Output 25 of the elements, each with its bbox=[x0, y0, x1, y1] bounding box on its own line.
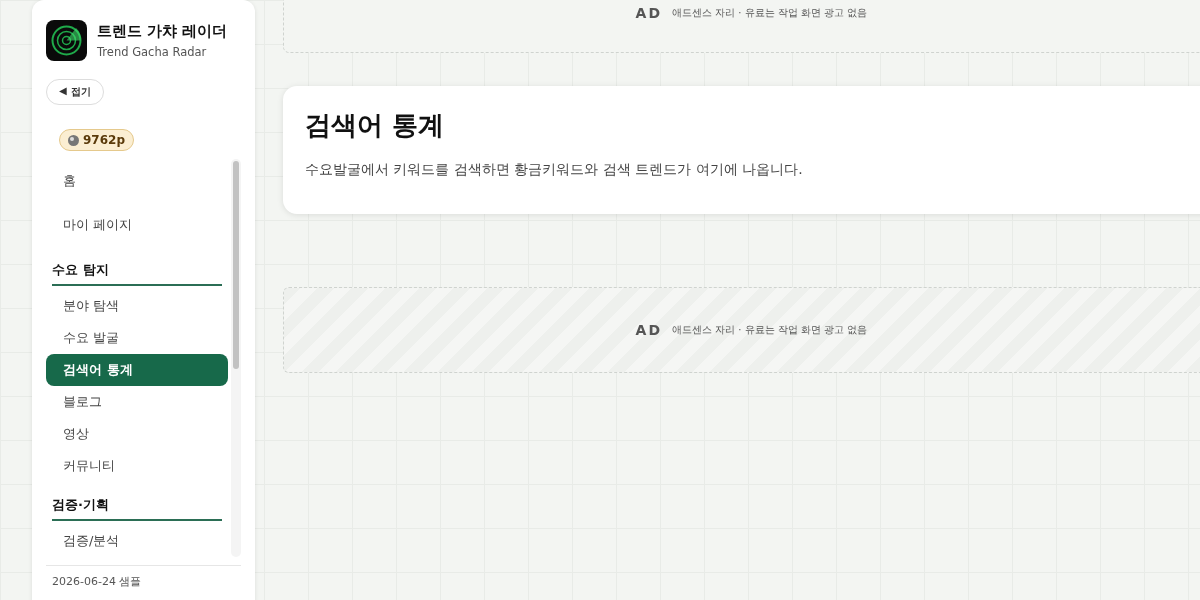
nav-item[interactable]: 검증/분석 bbox=[46, 525, 228, 557]
ad-text: 애드센스 자리 · 유료는 작업 화면 광고 없음 bbox=[672, 323, 868, 337]
points-value: 9762p bbox=[83, 133, 125, 147]
nav-item[interactable]: 마이 페이지 bbox=[46, 203, 228, 247]
nav-item[interactable]: 수요 발굴 bbox=[46, 322, 228, 354]
collapse-button[interactable]: ◀ 접기 bbox=[46, 79, 104, 105]
ad-tag: AD bbox=[635, 5, 662, 21]
nav-item[interactable]: 커뮤니티 bbox=[46, 450, 228, 482]
footer-text: 2026-06-24 샘플 bbox=[46, 565, 241, 597]
app-title: 트렌드 가챠 레이더 bbox=[97, 22, 228, 41]
nav-item[interactable]: 검색어 통계 bbox=[46, 354, 228, 386]
radar-icon bbox=[46, 20, 87, 61]
coin-icon bbox=[68, 134, 79, 146]
nav-section-header: 수요 탐지 bbox=[52, 255, 222, 286]
nav-item[interactable]: 영상 bbox=[46, 418, 228, 450]
nav-item[interactable]: 홈 bbox=[46, 159, 228, 203]
page-title: 검색어 통계 bbox=[305, 109, 446, 142]
nav-item[interactable]: 분야 탐색 bbox=[46, 290, 228, 322]
app-subtitle: Trend Gacha Radar bbox=[97, 45, 208, 59]
page-description: 수요발굴에서 키워드를 검색하면 황금키워드와 검색 트렌드가 여기에 나옵니다. bbox=[305, 161, 804, 179]
scrollbar[interactable] bbox=[231, 159, 241, 557]
nav-section-header: 검증·기획 bbox=[52, 490, 222, 521]
nav-item[interactable]: 블로그 bbox=[46, 386, 228, 418]
ad-tag: AD bbox=[635, 322, 662, 338]
ad-text: 애드센스 자리 · 유료는 작업 화면 광고 없음 bbox=[672, 6, 868, 20]
